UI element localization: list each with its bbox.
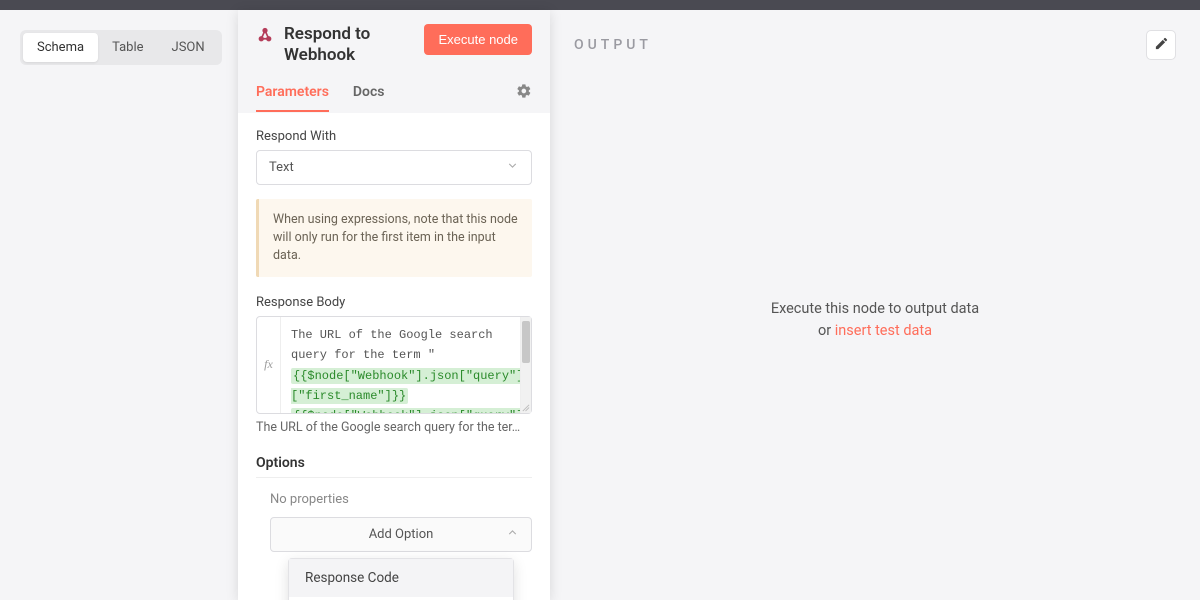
output-empty-state: Execute this node to output data or inse…: [574, 60, 1176, 580]
webhook-icon: [256, 26, 274, 44]
options-heading: Options: [256, 455, 532, 478]
code-text: The URL of the Google search query for t…: [291, 328, 493, 362]
expression-token: {{$node["Webhook"].json["query"]["first_…: [291, 368, 520, 404]
tab-schema[interactable]: Schema: [23, 33, 98, 62]
pencil-icon: [1154, 36, 1169, 55]
panel-header: Respond to Webhook Execute node Paramete…: [238, 10, 550, 113]
empty-line-1: Execute this node to output data: [771, 298, 979, 320]
no-properties-text: No properties: [270, 492, 532, 507]
response-body-editor[interactable]: fx The URL of the Google search query fo…: [256, 316, 532, 414]
scrollbar-thumb[interactable]: [522, 321, 530, 363]
empty-or: or: [818, 322, 835, 339]
expression-token: {{$node["Webhook"].json["query"]: [291, 408, 520, 412]
add-option-label: Add Option: [369, 527, 434, 542]
response-body-label: Response Body: [256, 295, 532, 310]
app-top-bar: [0, 0, 1200, 10]
execute-node-button[interactable]: Execute node: [424, 24, 532, 55]
chevron-up-icon: [506, 526, 519, 543]
output-column: OUTPUT Execute this node to output data …: [550, 10, 1200, 600]
tab-table[interactable]: Table: [98, 33, 157, 62]
add-option-dropdown: Response Code Response Headers: [288, 558, 514, 600]
respond-with-label: Respond With: [256, 129, 532, 144]
insert-test-data-link[interactable]: insert test data: [835, 322, 932, 339]
option-response-code[interactable]: Response Code: [289, 559, 513, 597]
output-title: OUTPUT: [574, 37, 652, 53]
response-body-preview: The URL of the Google search query for t…: [256, 420, 532, 435]
respond-with-select[interactable]: Text: [256, 150, 532, 185]
input-column: Schema Table JSON: [0, 10, 238, 600]
input-view-tabs: Schema Table JSON: [20, 30, 222, 65]
panel-body: Respond With Text When using expressions…: [238, 113, 550, 600]
respond-with-value: Text: [269, 160, 294, 175]
tab-parameters[interactable]: Parameters: [256, 84, 329, 112]
tab-json[interactable]: JSON: [158, 33, 219, 62]
chevron-down-icon: [506, 159, 519, 176]
node-edit-panel: Respond to Webhook Execute node Paramete…: [238, 10, 550, 600]
edit-output-button[interactable]: [1146, 30, 1176, 60]
expression-info-callout: When using expressions, note that this n…: [256, 199, 532, 277]
resize-handle-icon[interactable]: [520, 402, 530, 412]
code-content[interactable]: The URL of the Google search query for t…: [281, 317, 520, 413]
scrollbar[interactable]: [520, 317, 531, 413]
gear-icon[interactable]: [516, 83, 532, 113]
tab-docs[interactable]: Docs: [353, 84, 385, 112]
add-option-button[interactable]: Add Option: [270, 517, 532, 552]
node-title: Respond to Webhook: [284, 24, 414, 67]
fx-indicator: fx: [257, 317, 281, 413]
